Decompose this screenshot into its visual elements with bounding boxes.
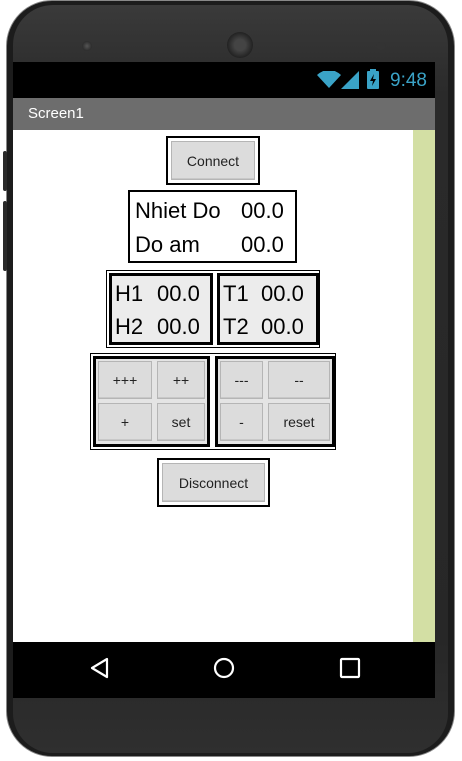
h1-value: 00.0 bbox=[157, 281, 200, 306]
decrease-group: --- -- - reset bbox=[215, 356, 335, 447]
h2-value: 00.0 bbox=[157, 314, 200, 339]
sensor-icon bbox=[376, 42, 386, 50]
scroll-area bbox=[413, 130, 435, 642]
disconnect-frame: Disconnect bbox=[157, 458, 270, 507]
wifi-icon bbox=[317, 71, 341, 88]
t1-label: T1 bbox=[223, 281, 249, 306]
signal-icon bbox=[341, 71, 359, 89]
front-camera-icon bbox=[82, 41, 92, 51]
set-button[interactable]: set bbox=[157, 403, 205, 441]
status-clock: 9:48 bbox=[390, 70, 427, 91]
t2-label: T2 bbox=[223, 314, 249, 339]
navigation-bar bbox=[13, 642, 435, 698]
h2-label: H2 bbox=[115, 314, 144, 339]
controls-panel: +++ ++ + set --- -- - reset bbox=[90, 353, 336, 450]
minus2-button[interactable]: -- bbox=[268, 361, 330, 399]
humidity-value: 00.0 bbox=[241, 232, 284, 257]
minus1-button[interactable]: - bbox=[220, 403, 263, 441]
sensor-panel: Nhiet Do 00.0 Do am 00.0 bbox=[128, 190, 297, 263]
plus1-button[interactable]: + bbox=[98, 403, 152, 441]
increase-group: +++ ++ + set bbox=[93, 356, 210, 447]
humidity-threshold-box: H1 00.0 H2 00.0 bbox=[109, 273, 213, 345]
t2-value: 00.0 bbox=[261, 314, 304, 339]
threshold-panel: H1 00.0 H2 00.0 T1 00.0 T2 00.0 bbox=[106, 270, 320, 348]
reset-button[interactable]: reset bbox=[268, 403, 330, 441]
recents-icon[interactable] bbox=[339, 657, 361, 679]
t1-value: 00.0 bbox=[261, 281, 304, 306]
home-icon[interactable] bbox=[213, 657, 235, 679]
status-bar: 9:48 bbox=[13, 62, 435, 98]
connect-button[interactable]: Connect bbox=[171, 141, 255, 180]
back-icon[interactable] bbox=[89, 657, 109, 679]
temperature-label: Nhiet Do bbox=[135, 198, 221, 223]
volume-up-button bbox=[3, 151, 7, 191]
temperature-threshold-box: T1 00.0 T2 00.0 bbox=[217, 273, 319, 345]
app-content: Connect Nhiet Do 00.0 Do am 00.0 H1 00.0… bbox=[13, 130, 435, 642]
connect-frame: Connect bbox=[166, 136, 260, 185]
h1-label: H1 bbox=[115, 281, 144, 306]
plus2-button[interactable]: ++ bbox=[157, 361, 205, 399]
device-screen: 9:48 Screen1 Connect Nhiet Do 00.0 Do am… bbox=[13, 62, 435, 698]
minus3-button[interactable]: --- bbox=[220, 361, 263, 399]
speaker-icon bbox=[227, 32, 253, 58]
plus3-button[interactable]: +++ bbox=[98, 361, 152, 399]
disconnect-button[interactable]: Disconnect bbox=[162, 463, 265, 502]
page-title: Screen1 bbox=[28, 105, 84, 122]
app-title-bar: Screen1 bbox=[13, 98, 435, 130]
battery-icon bbox=[367, 69, 379, 89]
humidity-label: Do am bbox=[135, 232, 200, 257]
temperature-value: 00.0 bbox=[241, 198, 284, 223]
volume-down-button bbox=[3, 201, 7, 271]
